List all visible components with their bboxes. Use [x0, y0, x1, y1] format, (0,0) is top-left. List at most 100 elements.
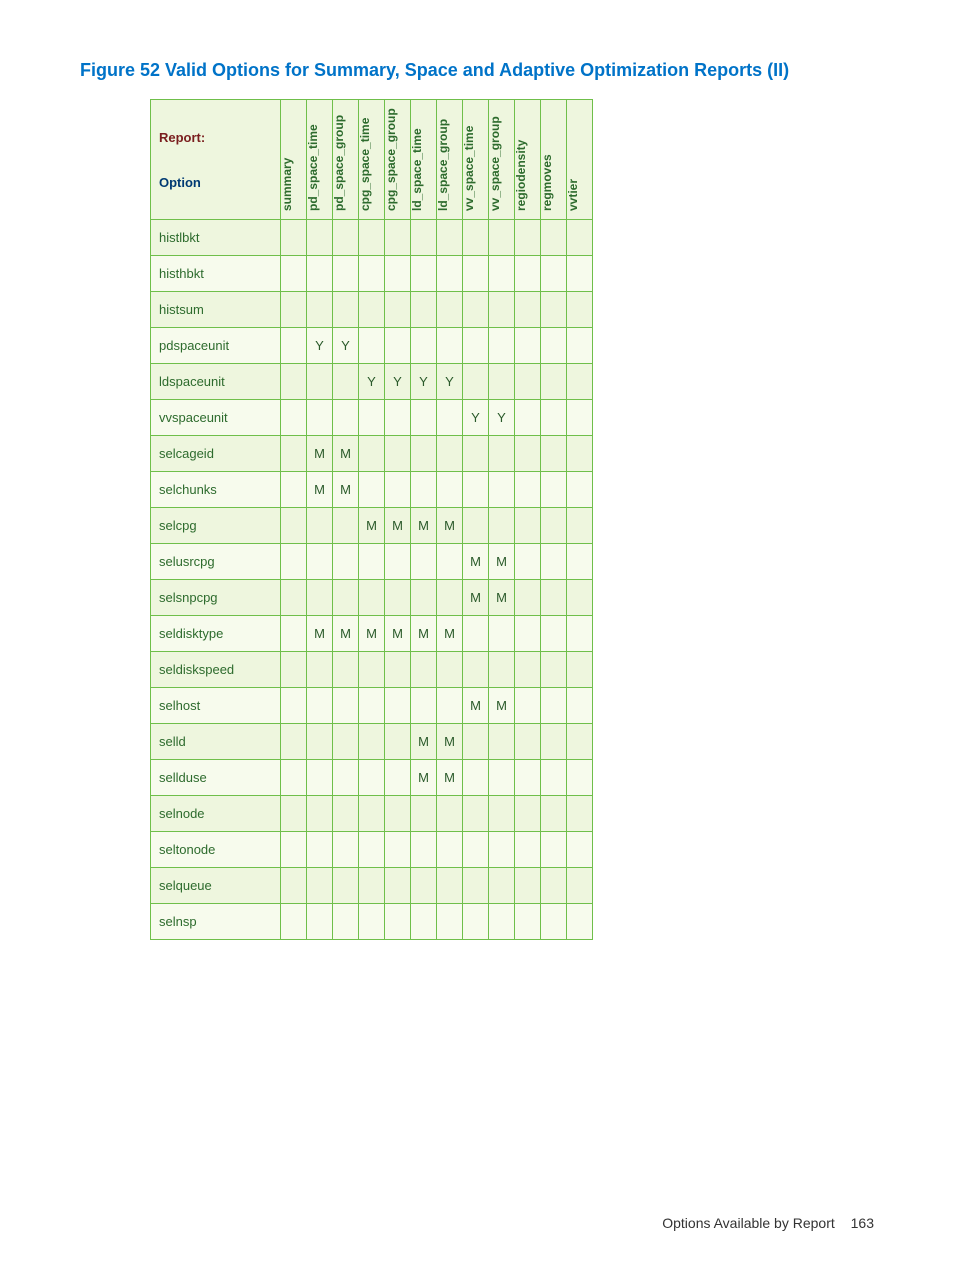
data-cell — [333, 292, 359, 328]
table-row: selnsp — [151, 904, 593, 940]
data-cell — [463, 832, 489, 868]
data-cell — [333, 508, 359, 544]
data-cell — [567, 328, 593, 364]
option-name-cell: selcageid — [151, 436, 281, 472]
data-cell — [567, 472, 593, 508]
option-name-cell: selnsp — [151, 904, 281, 940]
data-cell — [333, 760, 359, 796]
data-cell — [437, 580, 463, 616]
column-header: pd_space_time — [307, 100, 333, 220]
data-cell — [515, 328, 541, 364]
option-name-cell: ldspaceunit — [151, 364, 281, 400]
data-cell — [281, 508, 307, 544]
data-cell: M — [359, 508, 385, 544]
option-name-cell: vvspaceunit — [151, 400, 281, 436]
data-cell — [463, 868, 489, 904]
data-cell — [515, 544, 541, 580]
data-cell — [307, 400, 333, 436]
data-cell — [437, 400, 463, 436]
data-cell — [359, 832, 385, 868]
data-cell — [307, 256, 333, 292]
data-cell — [281, 328, 307, 364]
data-cell — [437, 436, 463, 472]
header-report-label: Report: — [159, 130, 272, 145]
data-cell — [281, 760, 307, 796]
data-cell — [567, 544, 593, 580]
column-header: cpg_space_time — [359, 100, 385, 220]
data-cell — [567, 796, 593, 832]
table-row: sellduseMM — [151, 760, 593, 796]
data-cell — [463, 472, 489, 508]
data-cell — [489, 832, 515, 868]
data-cell — [333, 652, 359, 688]
data-cell — [567, 652, 593, 688]
data-cell — [281, 724, 307, 760]
data-cell — [359, 292, 385, 328]
data-cell — [515, 508, 541, 544]
data-cell — [489, 508, 515, 544]
data-cell — [385, 544, 411, 580]
column-header-label: ld_space_time — [410, 128, 424, 211]
data-cell — [359, 724, 385, 760]
data-cell — [359, 904, 385, 940]
data-cell — [333, 868, 359, 904]
data-cell — [541, 436, 567, 472]
data-cell — [281, 220, 307, 256]
data-cell — [411, 544, 437, 580]
data-cell — [385, 220, 411, 256]
data-cell — [385, 796, 411, 832]
data-cell — [489, 328, 515, 364]
data-cell — [411, 868, 437, 904]
data-cell — [333, 796, 359, 832]
data-cell — [567, 436, 593, 472]
data-cell — [281, 580, 307, 616]
data-cell — [359, 472, 385, 508]
data-cell — [515, 256, 541, 292]
option-name-cell: selnode — [151, 796, 281, 832]
data-cell — [307, 796, 333, 832]
option-name-cell: pdspaceunit — [151, 328, 281, 364]
data-cell — [463, 256, 489, 292]
data-cell — [541, 760, 567, 796]
data-cell — [333, 724, 359, 760]
data-cell — [359, 436, 385, 472]
data-cell — [541, 796, 567, 832]
data-cell — [541, 508, 567, 544]
column-header: pd_space_group — [333, 100, 359, 220]
data-cell — [281, 472, 307, 508]
data-cell — [411, 436, 437, 472]
data-cell — [515, 832, 541, 868]
data-cell — [567, 256, 593, 292]
data-cell — [411, 256, 437, 292]
data-cell — [567, 580, 593, 616]
data-cell: M — [333, 472, 359, 508]
option-name-cell: histhbkt — [151, 256, 281, 292]
data-cell — [385, 292, 411, 328]
data-cell — [437, 472, 463, 508]
data-cell — [385, 904, 411, 940]
table-row: histsum — [151, 292, 593, 328]
data-cell — [307, 868, 333, 904]
data-cell — [489, 904, 515, 940]
table-row: histlbkt — [151, 220, 593, 256]
data-cell: M — [463, 580, 489, 616]
option-name-cell: selqueue — [151, 868, 281, 904]
data-cell — [307, 760, 333, 796]
data-cell — [411, 652, 437, 688]
data-cell — [411, 688, 437, 724]
data-cell: M — [463, 544, 489, 580]
data-cell — [567, 904, 593, 940]
column-header-label: regiodensity — [514, 140, 528, 211]
data-cell — [411, 472, 437, 508]
column-header: cpg_space_group — [385, 100, 411, 220]
data-cell — [359, 220, 385, 256]
data-cell — [515, 220, 541, 256]
data-cell — [515, 580, 541, 616]
data-cell — [281, 436, 307, 472]
data-cell — [567, 508, 593, 544]
data-cell: Y — [307, 328, 333, 364]
data-cell: M — [463, 688, 489, 724]
data-cell — [437, 256, 463, 292]
data-cell — [541, 364, 567, 400]
data-cell — [333, 220, 359, 256]
